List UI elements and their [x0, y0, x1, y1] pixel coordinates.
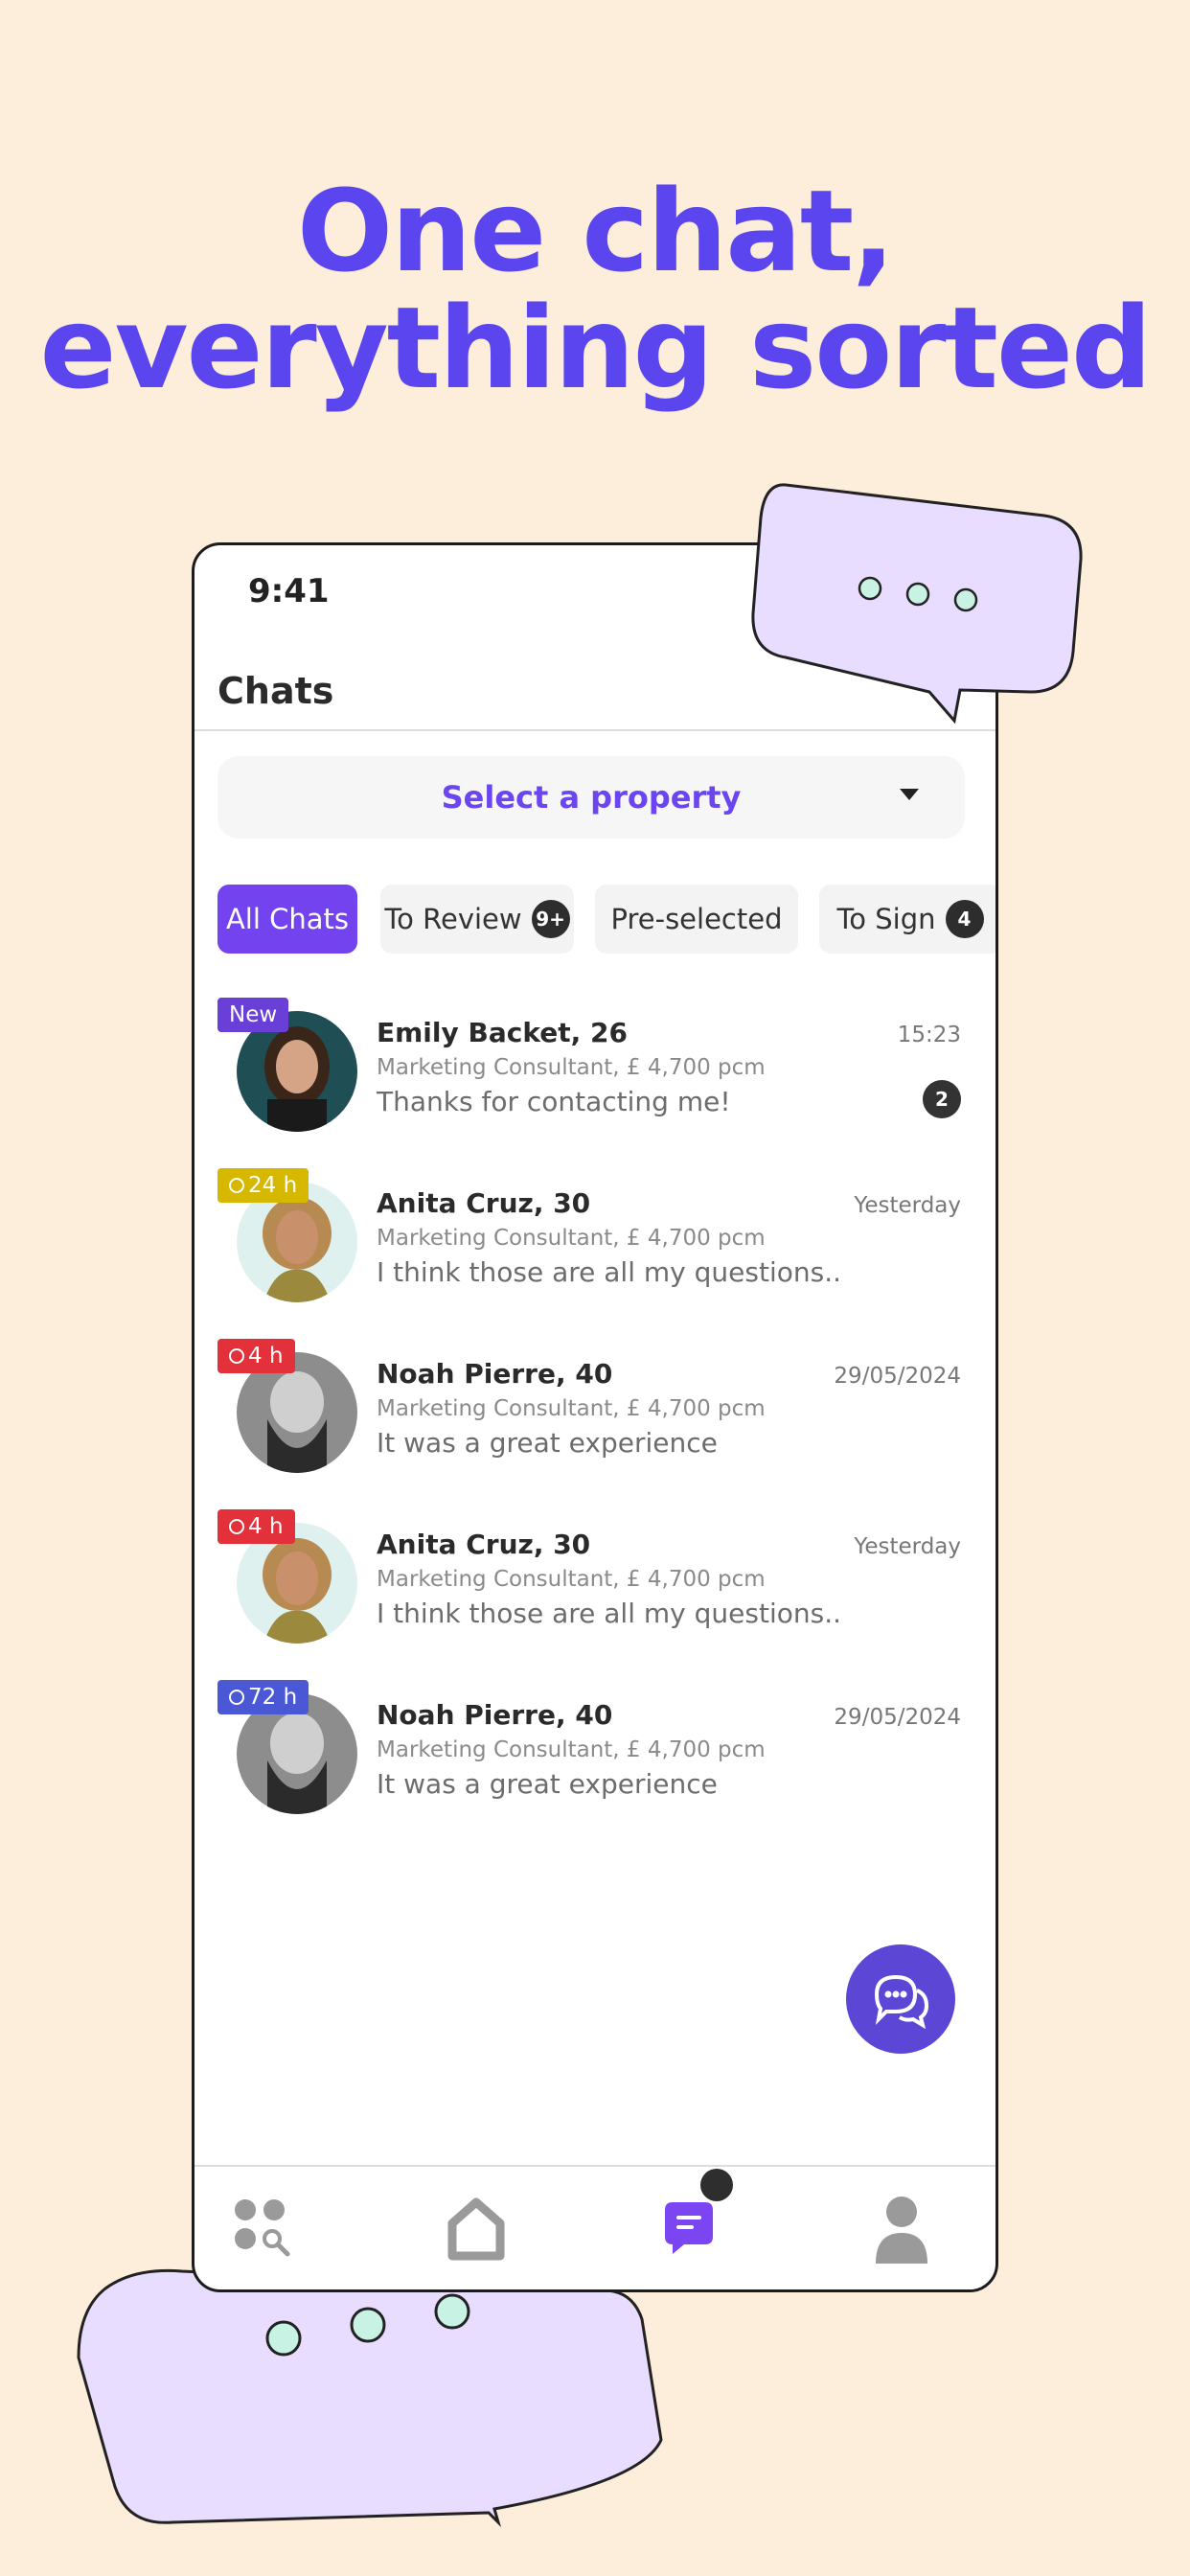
chat-name: Noah Pierre, 40 [377, 1358, 613, 1390]
chat-list-item[interactable]: New Emily Backet, 26 Marketing Consultan… [195, 996, 995, 1159]
chat-list-item[interactable]: 72 h Noah Pierre, 40 Marketing Consultan… [195, 1678, 995, 1841]
chat-time: Yesterday [854, 1534, 961, 1559]
badge-label: New [229, 1002, 278, 1027]
chat-last-message: I think those are all my questions.. [377, 1256, 841, 1288]
page-title: Chats [217, 670, 334, 712]
new-badge: New [217, 998, 289, 1032]
status-time: 9:41 [248, 572, 330, 610]
badge-label: 4 h [248, 1514, 284, 1539]
chat-subtitle: Marketing Consultant, £ 4,700 pcm [377, 1396, 766, 1421]
chat-bubbles-icon [874, 1974, 929, 2030]
clock-icon [229, 1690, 244, 1705]
phone-frame: 9:41 Chats Select a property All Chats T… [192, 542, 998, 2292]
chat-last-message: It was a great experience [377, 1427, 718, 1459]
search-properties-icon [235, 2199, 290, 2257]
chat-last-message: Thanks for contacting me! [377, 1086, 731, 1117]
tab-all-chats[interactable]: All Chats [217, 885, 357, 954]
chat-subtitle: Marketing Consultant, £ 4,700 pcm [377, 1737, 766, 1762]
tab-label: All Chats [225, 903, 350, 935]
timer-badge: 4 h [217, 1509, 295, 1544]
chat-time: 29/05/2024 [834, 1705, 961, 1730]
chat-time: 29/05/2024 [834, 1364, 961, 1389]
header-divider [195, 729, 995, 731]
tab-count-badge: 4 [945, 900, 984, 938]
tab-pre-selected[interactable]: Pre-selected [595, 885, 798, 954]
new-chat-button[interactable] [846, 1944, 955, 2054]
chat-list-item[interactable]: 24 h Anita Cruz, 30 Marketing Consultant… [195, 1166, 995, 1329]
badge-label: 4 h [248, 1344, 284, 1368]
property-select[interactable]: Select a property [217, 756, 965, 839]
tab-label: To Review [384, 903, 522, 935]
chevron-down-icon [900, 789, 919, 800]
tab-to-review[interactable]: To Review 9+ [380, 885, 574, 954]
chat-last-message: It was a great experience [377, 1768, 718, 1800]
nav-chats[interactable] [641, 2169, 737, 2276]
badge-label: 72 h [248, 1685, 298, 1710]
nav-home[interactable] [428, 2180, 524, 2276]
clock-icon [229, 1519, 244, 1534]
chat-subtitle: Marketing Consultant, £ 4,700 pcm [377, 1226, 766, 1251]
property-select-label: Select a property [441, 779, 742, 816]
tab-count-badge: 9+ [531, 900, 570, 938]
home-icon [447, 2197, 505, 2261]
chat-name: Emily Backet, 26 [377, 1017, 628, 1048]
chat-name: Anita Cruz, 30 [377, 1187, 591, 1219]
chat-time: 15:23 [897, 1023, 961, 1047]
chat-name: Noah Pierre, 40 [377, 1699, 613, 1731]
chat-time: Yesterday [854, 1193, 961, 1218]
chat-last-message: I think those are all my questions.. [377, 1598, 841, 1629]
chat-icon [665, 2202, 713, 2254]
unread-count-badge: 2 [923, 1080, 961, 1118]
profile-icon [876, 2196, 927, 2264]
nav-search-properties[interactable] [216, 2180, 311, 2276]
headline-line-1: One chat, [296, 165, 895, 297]
chat-subtitle: Marketing Consultant, £ 4,700 pcm [377, 1055, 766, 1080]
speech-bubble-top-icon [751, 483, 1083, 724]
timer-badge: 72 h [217, 1680, 309, 1714]
chat-list-item[interactable]: 4 h Anita Cruz, 30 Marketing Consultant,… [195, 1507, 995, 1670]
tab-label: To Sign [836, 903, 936, 935]
timer-badge: 4 h [217, 1339, 295, 1373]
notification-dot [700, 2169, 733, 2201]
clock-icon [229, 1178, 244, 1193]
badge-label: 24 h [248, 1173, 298, 1198]
chat-filter-tabs: All Chats To Review 9+ Pre-selected To S… [217, 885, 995, 954]
clock-icon [229, 1348, 244, 1364]
nav-profile[interactable] [854, 2180, 950, 2276]
tab-to-sign[interactable]: To Sign 4 [819, 885, 995, 954]
tab-label: Pre-selected [610, 903, 783, 935]
chat-list-item[interactable]: 4 h Noah Pierre, 40 Marketing Consultant… [195, 1337, 995, 1500]
headline: One chat, everything sorted [0, 172, 1190, 406]
chat-subtitle: Marketing Consultant, £ 4,700 pcm [377, 1567, 766, 1592]
chat-name: Anita Cruz, 30 [377, 1529, 591, 1560]
bottom-nav-divider [195, 2165, 995, 2167]
timer-badge: 24 h [217, 1168, 309, 1203]
headline-line-2: everything sorted [39, 282, 1153, 414]
